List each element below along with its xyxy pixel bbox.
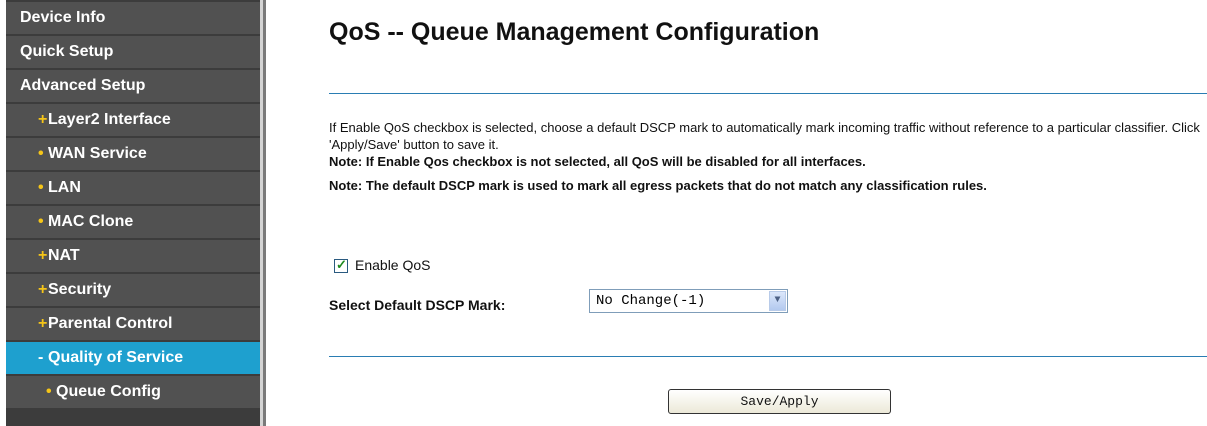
sidebar-item-label: Queue Config xyxy=(56,383,161,400)
sidebar-item-layer2-interface[interactable]: +Layer2 Interface xyxy=(6,104,260,136)
sidebar-item-label: Quality of Service xyxy=(48,349,184,366)
enable-qos-label: Enable QoS xyxy=(355,257,431,273)
sidebar-item-label: WAN Service xyxy=(48,145,147,162)
sidebar-item-lan[interactable]: • LAN xyxy=(6,172,260,204)
sidebar-item-quality-of-service[interactable]: - Quality of Service xyxy=(6,342,260,374)
bullet-icon: • xyxy=(38,179,44,196)
sidebar-item-label: LAN xyxy=(48,179,81,196)
checkmark-icon: ✓ xyxy=(336,257,347,272)
divider-bottom xyxy=(329,356,1207,357)
chevron-down-icon[interactable]: ▼ xyxy=(769,291,786,311)
sidebar-item-parental-control[interactable]: +Parental Control xyxy=(6,308,260,340)
sidebar-item-label: Layer2 Interface xyxy=(48,111,171,128)
sidebar-item-label: Security xyxy=(48,281,112,298)
minus-icon: - xyxy=(38,349,44,366)
sidebar-item-quick-setup[interactable]: Quick Setup xyxy=(6,36,260,68)
plus-icon: + xyxy=(38,281,48,298)
sidebar-item-label: NAT xyxy=(48,247,80,264)
save-apply-button[interactable]: Save/Apply xyxy=(668,389,891,414)
note-dscp-default: Note: The default DSCP mark is used to m… xyxy=(329,178,987,193)
sidebar-item-mac-clone[interactable]: • MAC Clone xyxy=(6,206,260,238)
dscp-mark-selected-value: No Change(-1) xyxy=(596,293,706,309)
sidebar-item-queue-config[interactable]: • Queue Config xyxy=(6,376,260,408)
sidebar-item-label: Device Info xyxy=(20,9,106,26)
sidebar-item-label: Quick Setup xyxy=(20,43,114,60)
plus-icon: + xyxy=(38,247,48,264)
plus-icon: + xyxy=(38,315,48,332)
plus-icon: + xyxy=(38,111,48,128)
dscp-mark-select[interactable]: No Change(-1) ▼ xyxy=(589,289,788,313)
bullet-icon: • xyxy=(38,213,44,230)
dscp-mark-label: Select Default DSCP Mark: xyxy=(329,297,506,313)
sidebar-item-advanced-setup[interactable]: Advanced Setup xyxy=(6,70,260,102)
bullet-icon: • xyxy=(38,145,44,162)
sidebar-item-security[interactable]: +Security xyxy=(6,274,260,306)
sidebar-item-wan-service[interactable]: • WAN Service xyxy=(6,138,260,170)
sidebar: Device Info Quick Setup Advanced Setup +… xyxy=(6,0,260,426)
divider-top xyxy=(329,93,1207,94)
enable-qos-checkbox[interactable]: ✓ xyxy=(334,257,348,273)
sidebar-item-label: MAC Clone xyxy=(48,213,134,230)
note-qos-disabled: Note: If Enable Qos checkbox is not sele… xyxy=(329,154,866,169)
sidebar-item-device-info[interactable]: Device Info xyxy=(6,2,260,34)
sidebar-item-nat[interactable]: +NAT xyxy=(6,240,260,272)
page-title: QoS -- Queue Management Configuration xyxy=(329,18,820,46)
sidebar-item-label: Parental Control xyxy=(48,315,173,332)
sidebar-item-label: Advanced Setup xyxy=(20,77,146,94)
bullet-icon: • xyxy=(46,383,52,400)
description-text: If Enable QoS checkbox is selected, choo… xyxy=(329,120,1200,152)
main-content: QoS -- Queue Management Configuration If… xyxy=(266,0,1207,426)
